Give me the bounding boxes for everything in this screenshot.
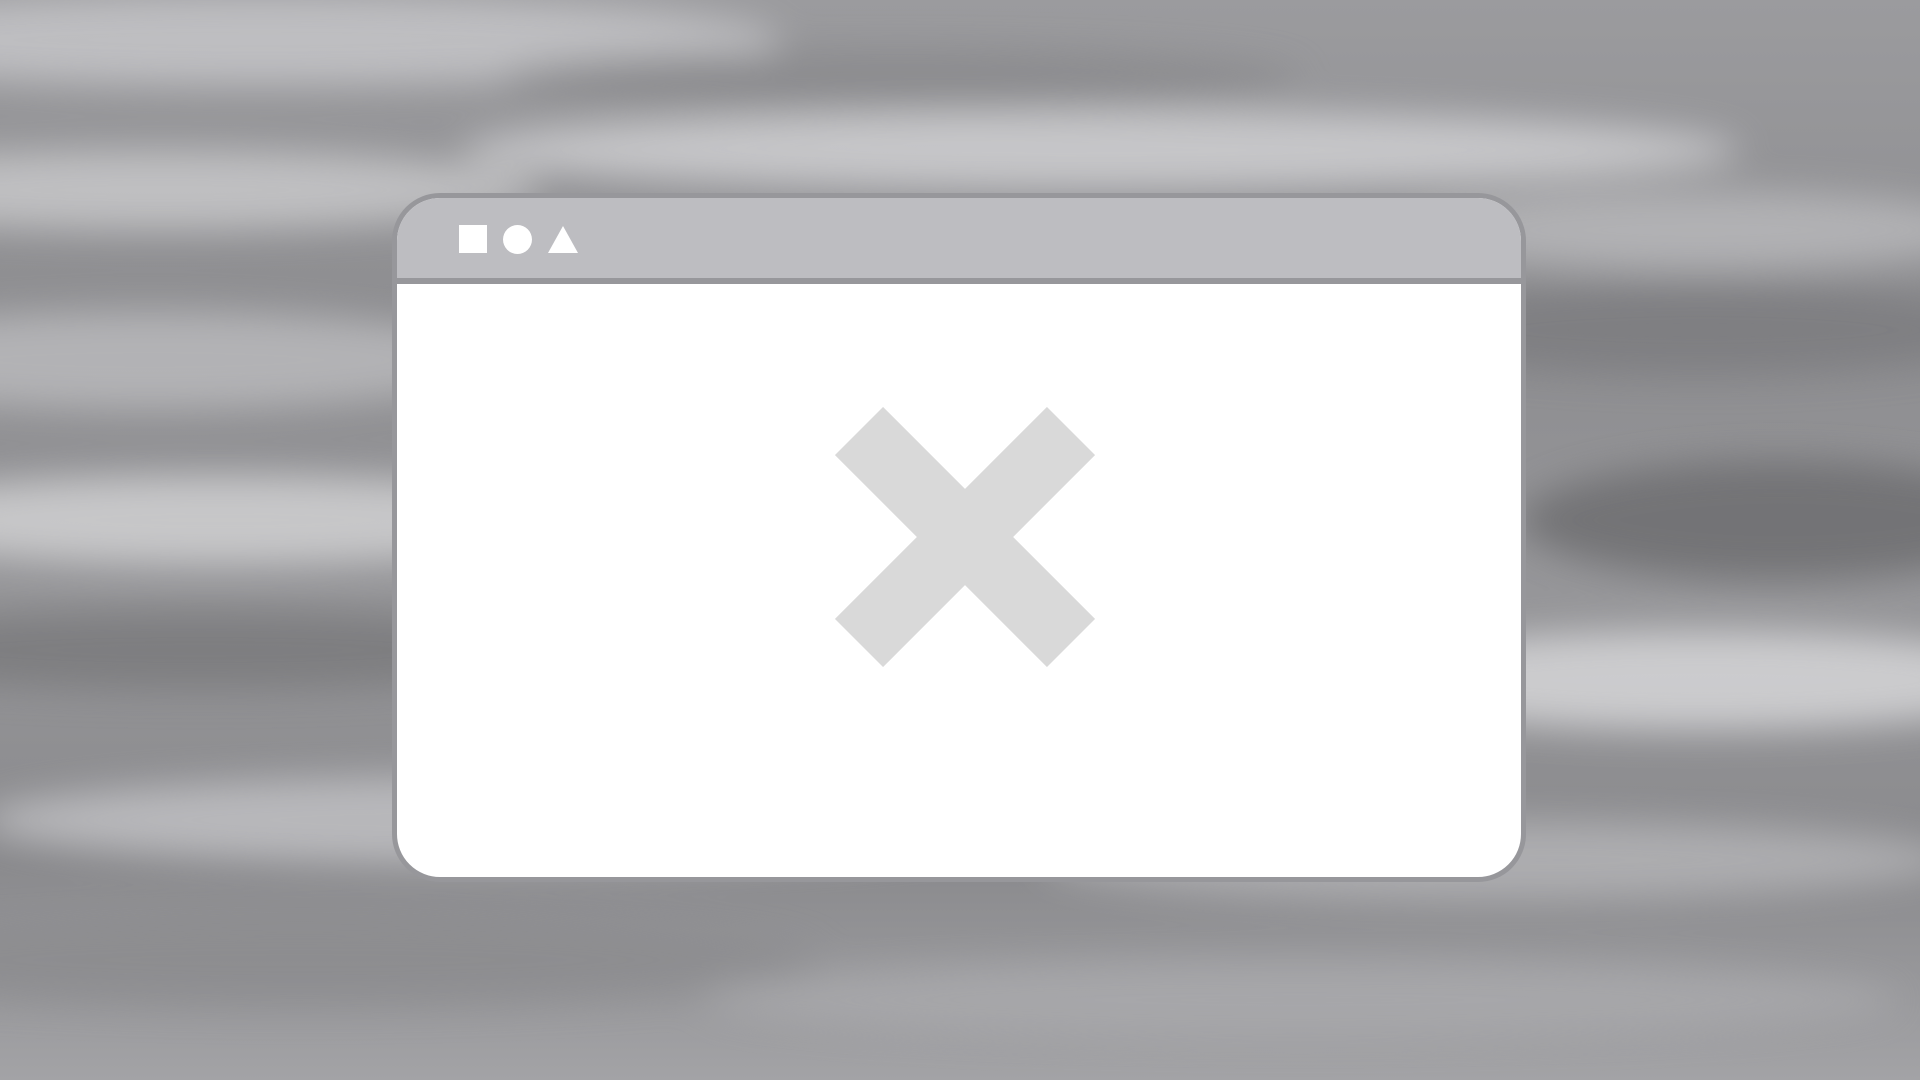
window-controls — [459, 224, 578, 254]
window-content — [397, 284, 1521, 877]
circle-icon[interactable] — [503, 224, 532, 254]
square-icon[interactable] — [459, 225, 487, 253]
browser-window — [392, 193, 1526, 882]
close-x-icon — [835, 407, 1095, 667]
triangle-icon[interactable] — [548, 225, 578, 253]
window-titlebar[interactable] — [397, 198, 1521, 284]
